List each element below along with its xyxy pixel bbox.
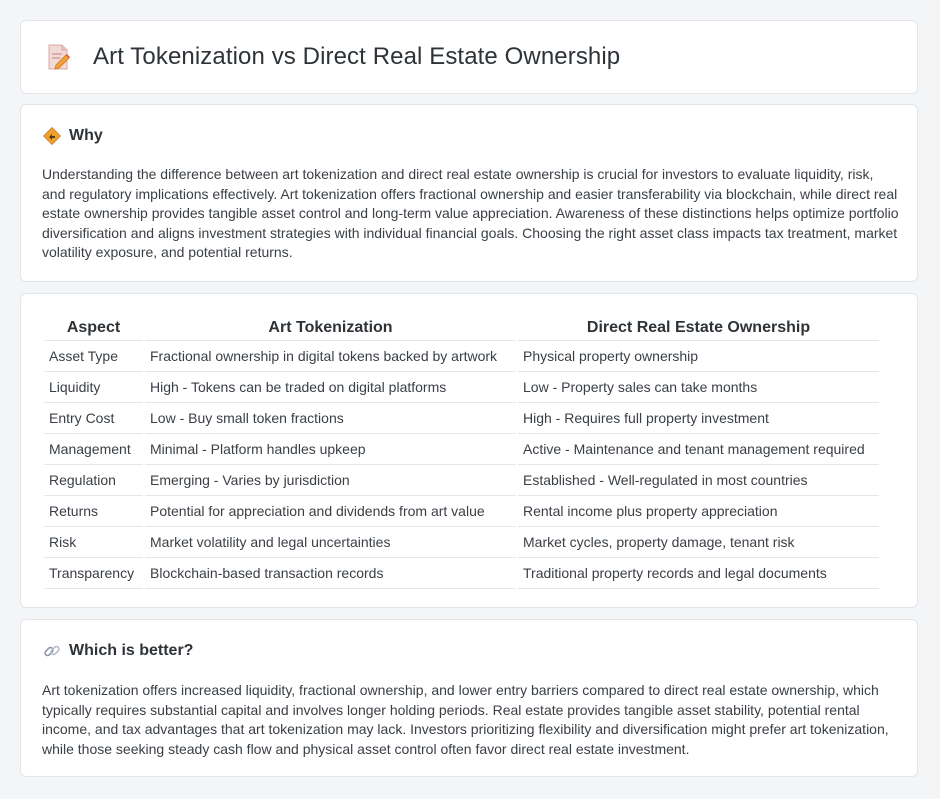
real-estate-cell: Physical property ownership — [518, 341, 879, 372]
art-cell: Potential for appreciation and dividends… — [145, 496, 516, 527]
aspect-cell: Liquidity — [44, 372, 143, 403]
table-row: Entry Cost Low - Buy small token fractio… — [44, 403, 879, 434]
why-title: Why — [69, 127, 103, 144]
aspect-cell: Asset Type — [44, 341, 143, 372]
real-estate-cell: Active - Maintenance and tenant manageme… — [518, 434, 879, 465]
table-row: Regulation Emerging - Varies by jurisdic… — [44, 465, 879, 496]
real-estate-cell: Low - Property sales can take months — [518, 372, 879, 403]
aspect-cell: Regulation — [44, 465, 143, 496]
better-body: Art tokenization offers increased liquid… — [42, 682, 889, 757]
header-direct-real-estate: Direct Real Estate Ownership — [518, 314, 879, 341]
table-row: Management Minimal - Platform handles up… — [44, 434, 879, 465]
document-pencil-icon — [48, 44, 70, 70]
art-cell: Low - Buy small token fractions — [145, 403, 516, 434]
art-cell: Emerging - Varies by jurisdiction — [145, 465, 516, 496]
table-row: Risk Market volatility and legal uncerta… — [44, 527, 879, 558]
aspect-cell: Management — [44, 434, 143, 465]
title-row: Art Tokenization vs Direct Real Estate O… — [47, 43, 620, 71]
comparison-section: Aspect Art Tokenization Direct Real Esta… — [20, 293, 918, 608]
real-estate-cell: Market cycles, property damage, tenant r… — [518, 527, 879, 558]
real-estate-cell: Established - Well-regulated in most cou… — [518, 465, 879, 496]
comparison-table: Aspect Art Tokenization Direct Real Esta… — [42, 314, 881, 589]
real-estate-cell: Rental income plus property appreciation — [518, 496, 879, 527]
why-section: Why Understanding the difference between… — [20, 104, 918, 282]
link-icon — [44, 645, 60, 657]
art-cell: Minimal - Platform handles upkeep — [145, 434, 516, 465]
table-row: Asset Type Fractional ownership in digit… — [44, 341, 879, 372]
page-title: Art Tokenization vs Direct Real Estate O… — [93, 43, 621, 70]
table-header-row: Aspect Art Tokenization Direct Real Esta… — [44, 314, 879, 341]
why-body: Understanding the difference between art… — [42, 166, 899, 260]
table-row: Liquidity High - Tokens can be traded on… — [44, 372, 879, 403]
header-card: Art Tokenization vs Direct Real Estate O… — [20, 20, 918, 94]
table-row: Returns Potential for appreciation and d… — [44, 496, 879, 527]
diamond-direction-icon — [43, 127, 61, 145]
aspect-cell: Risk — [44, 527, 143, 558]
which-is-better-section: Which is better? Art tokenization offers… — [20, 619, 918, 777]
aspect-cell: Transparency — [44, 558, 143, 589]
why-header: Why — [43, 127, 103, 145]
art-cell: Blockchain-based transaction records — [145, 558, 516, 589]
aspect-cell: Entry Cost — [44, 403, 143, 434]
table-row: Transparency Blockchain-based transactio… — [44, 558, 879, 589]
art-cell: High - Tokens can be traded on digital p… — [145, 372, 516, 403]
aspect-cell: Returns — [44, 496, 143, 527]
better-header: Which is better? — [43, 642, 193, 660]
better-title: Which is better? — [69, 642, 194, 659]
art-cell: Market volatility and legal uncertaintie… — [145, 527, 516, 558]
header-aspect: Aspect — [44, 314, 143, 341]
art-cell: Fractional ownership in digital tokens b… — [145, 341, 516, 372]
real-estate-cell: Traditional property records and legal d… — [518, 558, 879, 589]
header-art-tokenization: Art Tokenization — [145, 314, 516, 341]
real-estate-cell: High - Requires full property investment — [518, 403, 879, 434]
